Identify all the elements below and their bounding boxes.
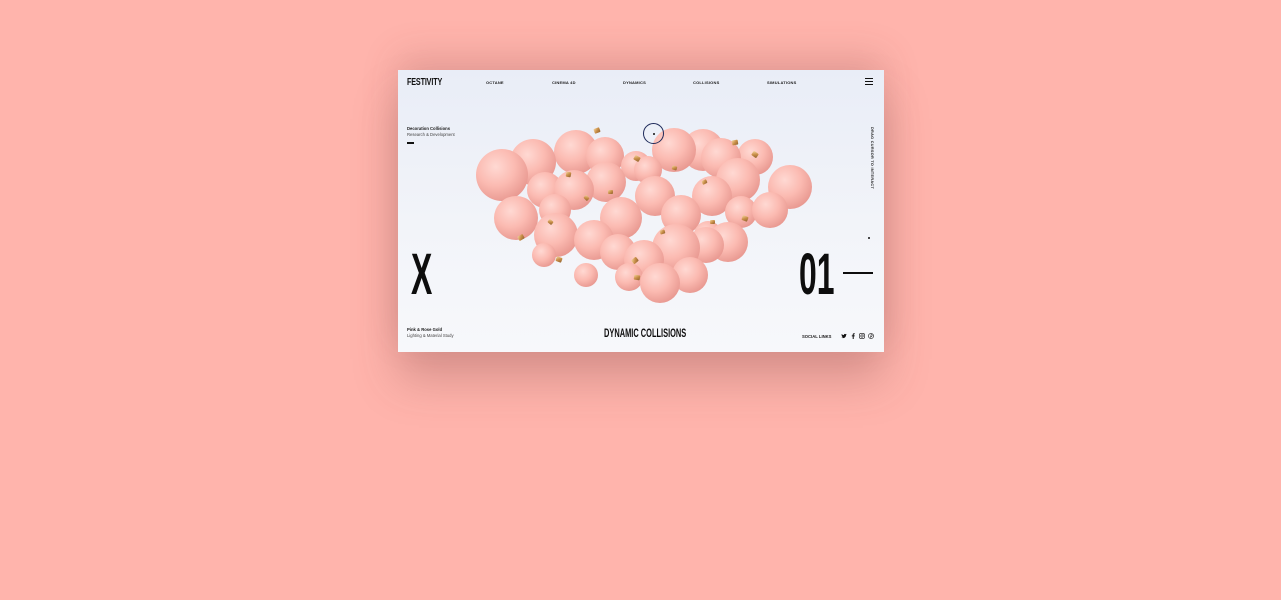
ornament-spheres	[476, 128, 812, 303]
footer-caption: Pink & Rose Gold Lighting & Material Stu…	[407, 327, 454, 338]
ornament-sphere	[476, 149, 528, 201]
page-background: FESTIVITY OCTANE CINEMA 4D DYNAMICS COLL…	[0, 0, 1281, 600]
instagram-icon[interactable]	[859, 333, 866, 339]
ornament-cap	[731, 139, 739, 146]
intro-dash	[407, 142, 414, 144]
social-links: SOCIAL LINKS	[802, 332, 877, 340]
nav-item-dynamics[interactable]: DYNAMICS	[623, 80, 646, 85]
nav-item-cinema-4d[interactable]: CINEMA 4D	[552, 80, 576, 85]
pinterest-icon[interactable]	[868, 333, 875, 339]
ornament-sphere	[532, 243, 556, 267]
nav-item-simulations[interactable]: SIMULATIONS	[767, 80, 796, 85]
footer-caption-subtitle: Lighting & Material Study	[407, 333, 454, 338]
top-navigation: OCTANE CINEMA 4D DYNAMICS COLLISIONS SIM…	[398, 80, 884, 88]
footer-title: DYNAMIC COLLISIONS	[604, 326, 687, 340]
hero-mark: X	[411, 242, 433, 307]
intro-block: Decoration Collisions Research & Develop…	[407, 126, 455, 144]
nav-item-collisions[interactable]: COLLISIONS	[693, 80, 719, 85]
ornament-sphere	[752, 192, 788, 228]
nav-item-octane[interactable]: OCTANE	[486, 80, 504, 85]
intro-subtitle: Research & Development	[407, 132, 455, 137]
intro-title: Decoration Collisions	[407, 126, 451, 131]
ornament-cap	[633, 274, 641, 281]
ornament-sphere	[494, 196, 538, 240]
indicator-dot	[868, 237, 870, 239]
facebook-icon[interactable]	[850, 333, 856, 339]
twitter-icon[interactable]	[841, 333, 848, 339]
slide-counter: 01	[799, 242, 835, 307]
counter-dash	[843, 272, 873, 274]
footer-caption-title: Pink & Rose Gold	[407, 327, 443, 332]
ornament-sphere	[574, 263, 598, 287]
ornament-cap	[555, 256, 563, 263]
social-links-label: SOCIAL LINKS	[802, 333, 832, 339]
ornament-sphere	[640, 263, 680, 303]
ornament-cap	[593, 127, 601, 134]
cursor-dot	[652, 132, 655, 135]
ornament-cap	[608, 190, 613, 194]
website-preview-card: FESTIVITY OCTANE CINEMA 4D DYNAMICS COLL…	[398, 70, 884, 352]
ornament-cap	[565, 171, 572, 178]
ornament-cluster[interactable]	[398, 70, 884, 352]
drag-hint: DRAG CURSOR TO INTERACT	[870, 127, 874, 190]
ornament-cap	[710, 220, 715, 224]
hamburger-menu-icon[interactable]	[865, 78, 873, 85]
